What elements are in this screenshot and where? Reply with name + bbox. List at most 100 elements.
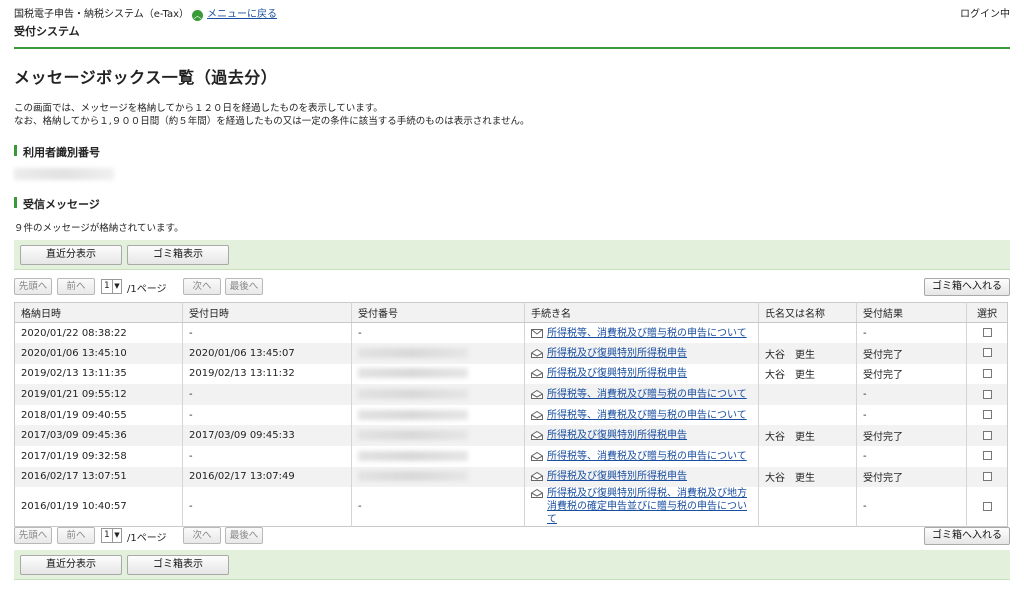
- trash-view-button[interactable]: ゴミ箱表示: [127, 245, 229, 265]
- stored-at-cell: 2019/01/21 09:55:12: [14, 384, 183, 405]
- receipt-number: -: [358, 327, 362, 339]
- select-checkbox[interactable]: [982, 348, 992, 358]
- select-checkbox[interactable]: [982, 451, 992, 461]
- received-at-cell: -: [182, 446, 352, 467]
- receipt-number-redacted: [358, 389, 468, 400]
- procedure-link[interactable]: 所得税等、消費税及び贈与税の申告について: [547, 388, 747, 401]
- page-description: この画面では、メッセージを格納してから１２０日を経過したものを表示しています。 …: [14, 102, 529, 128]
- trash-view-button[interactable]: ゴミ箱表示: [127, 555, 229, 575]
- move-to-trash-button[interactable]: ゴミ箱へ入れる: [924, 278, 1010, 296]
- receipt-number-cell: [351, 425, 525, 447]
- name-cell: [758, 404, 857, 426]
- user-id-redacted: [14, 168, 114, 180]
- message-count: ９件のメッセージが格納されています。: [14, 223, 184, 234]
- user-id-heading: 利用者識別番号: [14, 144, 100, 160]
- select-cell: [966, 384, 1008, 405]
- receipt-number-redacted: [358, 430, 468, 441]
- bottom-action-panel: 直近分表示 ゴミ箱表示: [14, 550, 1010, 580]
- result-cell: 受付完了: [856, 363, 967, 385]
- name-cell: [758, 322, 857, 344]
- table-row: 2016/02/17 13:07:51 2016/02/17 13:07:49 …: [14, 466, 1008, 488]
- procedure-cell: 所得税及び復興特別所得税申告: [524, 466, 759, 488]
- select-checkbox[interactable]: [982, 410, 992, 420]
- recent-view-button[interactable]: 直近分表示: [20, 245, 122, 265]
- page-select-value: 1: [104, 281, 110, 291]
- first-page-button[interactable]: 先頭へ: [14, 527, 52, 544]
- prev-page-button[interactable]: 前へ: [57, 527, 95, 544]
- name-cell: [758, 487, 857, 527]
- receipt-number-cell: [351, 363, 525, 385]
- move-to-trash-button[interactable]: ゴミ箱へ入れる: [924, 527, 1010, 545]
- closed-envelope-icon: [531, 328, 543, 338]
- procedure-cell: 所得税等、消費税及び贈与税の申告について: [524, 446, 759, 467]
- receipt-number-cell: [351, 343, 525, 364]
- result-cell: 受付完了: [856, 343, 967, 364]
- select-cell: [966, 322, 1008, 344]
- receipt-number-cell: [351, 384, 525, 405]
- col-name: 氏名又は名称: [758, 302, 857, 323]
- select-checkbox[interactable]: [982, 389, 992, 399]
- description-line-1: この画面では、メッセージを格納してから１２０日を経過したものを表示しています。: [14, 103, 383, 114]
- procedure-link[interactable]: 所得税等、消費税及び贈与税の申告について: [547, 327, 747, 340]
- procedure-link[interactable]: 所得税及び復興特別所得税申告: [547, 470, 687, 483]
- select-cell: [966, 404, 1008, 426]
- first-page-button[interactable]: 先頭へ: [14, 278, 52, 295]
- chevron-up-icon: ︿: [192, 10, 203, 21]
- next-page-button[interactable]: 次へ: [183, 527, 221, 544]
- table-header-row: 格納日時 受付日時 受付番号 手続き名 氏名又は名称 受付結果 選択: [14, 302, 1008, 323]
- name-cell: [758, 384, 857, 405]
- top-action-panel: 直近分表示 ゴミ箱表示: [14, 240, 1010, 270]
- procedure-link[interactable]: 所得税等、消費税及び贈与税の申告について: [547, 450, 747, 463]
- select-checkbox[interactable]: [982, 328, 992, 338]
- open-envelope-icon: [531, 431, 543, 441]
- table-row: 2017/03/09 09:45:36 2017/03/09 09:45:33 …: [14, 425, 1008, 447]
- received-at-cell: -: [182, 487, 352, 527]
- result-cell: -: [856, 446, 967, 467]
- page-select[interactable]: 1 ▼: [101, 528, 122, 543]
- procedure-cell: 所得税等、消費税及び贈与税の申告について: [524, 322, 759, 344]
- procedure-link[interactable]: 所得税及び復興特別所得税申告: [547, 367, 687, 380]
- system-name: 国税電子申告・納税システム（e-Tax）: [14, 9, 190, 20]
- select-cell: [966, 466, 1008, 488]
- procedure-cell: 所得税等、消費税及び贈与税の申告について: [524, 384, 759, 405]
- select-checkbox[interactable]: [982, 501, 992, 511]
- procedure-link[interactable]: 所得税及び復興特別所得税、消費税及び地方消費税の確定申告並びに贈与税の申告につい…: [547, 487, 752, 526]
- procedure-link[interactable]: 所得税等、消費税及び贈与税の申告について: [547, 409, 747, 422]
- col-stored-at: 格納日時: [14, 302, 183, 323]
- last-page-button[interactable]: 最後へ: [225, 278, 263, 295]
- stored-at-cell: 2016/02/17 13:07:51: [14, 466, 183, 488]
- page-select[interactable]: 1 ▼: [101, 279, 122, 294]
- open-envelope-icon: [531, 489, 543, 499]
- received-messages-heading: 受信メッセージ: [14, 196, 100, 212]
- open-envelope-icon: [531, 472, 543, 482]
- table-row: 2017/01/19 09:32:58 - 所得税等、消費税及び贈与税の申告につ…: [15, 446, 1008, 467]
- back-to-menu[interactable]: ︿ メニューに戻る: [192, 5, 277, 21]
- message-table: 格納日時 受付日時 受付番号 手続き名 氏名又は名称 受付結果 選択 2020/…: [14, 302, 1008, 528]
- select-checkbox[interactable]: [982, 430, 992, 440]
- recent-view-button[interactable]: 直近分表示: [20, 555, 122, 575]
- header-divider: [14, 47, 1010, 49]
- stored-at-cell: 2020/01/22 08:38:22: [21, 327, 127, 339]
- page-count: /1ページ: [127, 533, 167, 544]
- receipt-number-redacted: [358, 368, 468, 379]
- result-cell: -: [856, 487, 967, 527]
- result-cell: 受付完了: [856, 466, 967, 488]
- prev-page-button[interactable]: 前へ: [57, 278, 95, 295]
- received-at-cell: -: [182, 384, 352, 405]
- select-checkbox[interactable]: [982, 368, 992, 378]
- select-checkbox[interactable]: [982, 471, 992, 481]
- table-row: 2020/01/22 08:38:22 - - 所得税等、消費税及び贈与税の申告…: [15, 322, 1008, 344]
- procedure-link[interactable]: 所得税及び復興特別所得税申告: [547, 347, 687, 360]
- next-page-button[interactable]: 次へ: [183, 278, 221, 295]
- select-cell: [966, 487, 1008, 527]
- back-to-menu-link[interactable]: メニューに戻る: [207, 9, 277, 20]
- stored-at-cell: 2019/02/13 13:11:35: [21, 368, 127, 380]
- name-cell: [758, 446, 857, 467]
- procedure-cell: 所得税及び復興特別所得税申告: [524, 425, 759, 447]
- procedure-link[interactable]: 所得税及び復興特別所得税申告: [547, 429, 687, 442]
- name-cell: 大谷 更生: [758, 466, 857, 488]
- received-at-cell: -: [182, 404, 352, 426]
- table-row: 2019/02/13 13:11:35 2019/02/13 13:11:32 …: [15, 363, 1008, 385]
- last-page-button[interactable]: 最後へ: [225, 527, 263, 544]
- description-line-2: なお、格納してから１,９００日間（約５年間）を経過したもの又は一定の条件に該当す…: [14, 116, 530, 127]
